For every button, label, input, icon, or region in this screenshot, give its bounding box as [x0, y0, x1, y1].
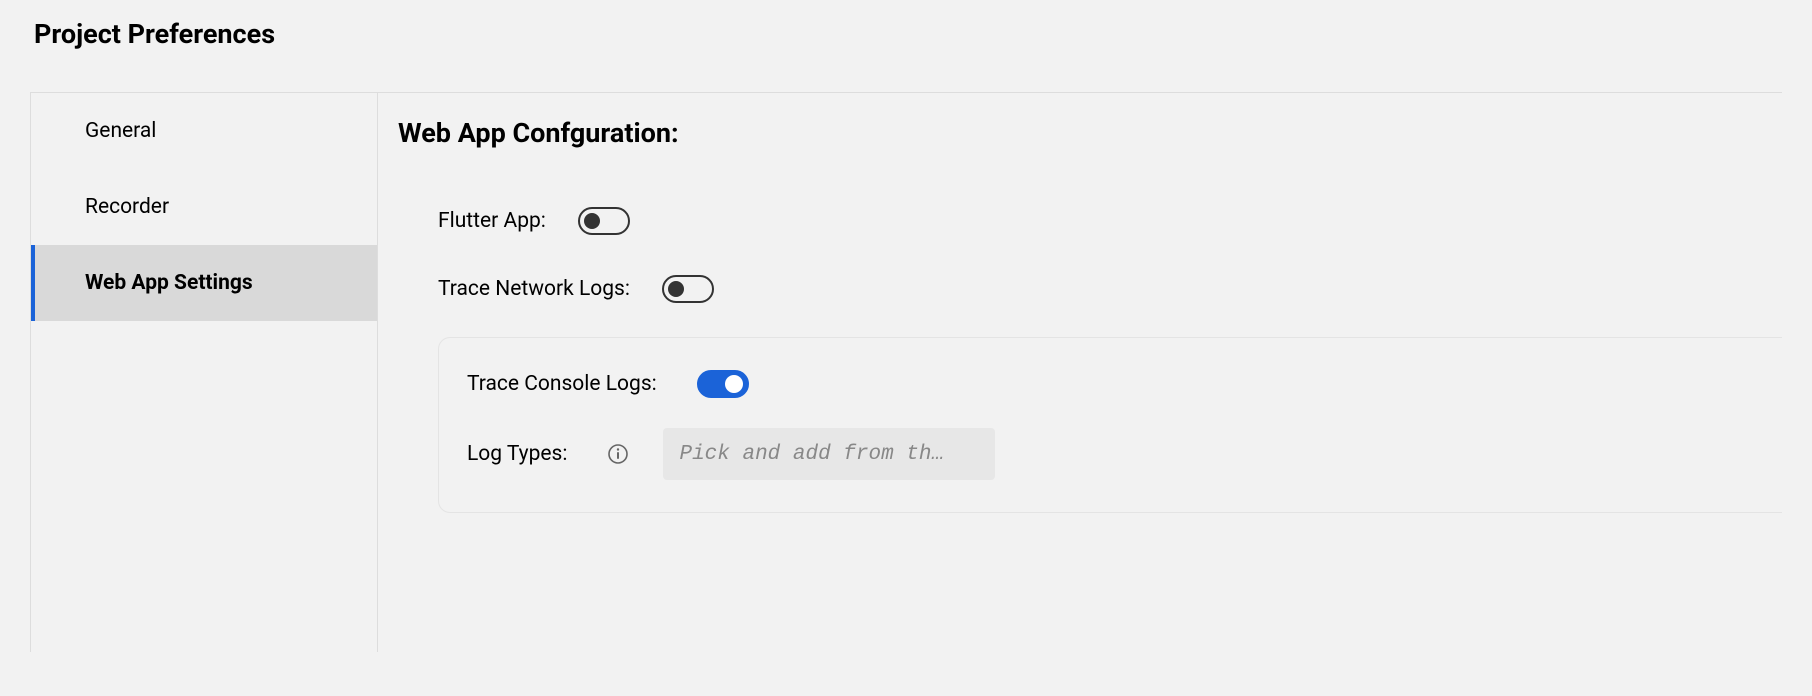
console-logs-panel: Trace Console Logs: Log Types:: [438, 337, 1782, 513]
flutter-app-toggle[interactable]: [578, 207, 630, 235]
flutter-app-label: Flutter App:: [438, 209, 546, 233]
trace-console-logs-toggle[interactable]: [697, 370, 749, 398]
content-title: Web App Confguration:: [398, 117, 1782, 149]
sidebar-item-web-app-settings[interactable]: Web App Settings: [31, 245, 377, 321]
sidebar-item-label: General: [85, 119, 156, 143]
trace-network-logs-row: Trace Network Logs:: [398, 269, 1782, 309]
toggle-knob: [725, 375, 743, 393]
info-icon[interactable]: [607, 443, 629, 465]
log-types-label: Log Types:: [467, 442, 567, 466]
toggle-knob: [584, 213, 600, 229]
sidebar: General Recorder Web App Settings: [31, 93, 378, 652]
trace-console-logs-row: Trace Console Logs:: [467, 370, 1782, 398]
trace-console-logs-label: Trace Console Logs:: [467, 372, 657, 396]
log-types-row: Log Types:: [467, 428, 1782, 480]
content-area: Web App Confguration: Flutter App: Trace…: [378, 93, 1782, 652]
preferences-panel: General Recorder Web App Settings Web Ap…: [30, 92, 1782, 652]
toggle-knob: [668, 281, 684, 297]
trace-network-logs-toggle[interactable]: [662, 275, 714, 303]
page-title: Project Preferences: [30, 18, 1782, 50]
sidebar-item-label: Web App Settings: [85, 271, 253, 295]
sidebar-item-general[interactable]: General: [31, 93, 377, 169]
trace-network-logs-label: Trace Network Logs:: [438, 277, 630, 301]
sidebar-item-recorder[interactable]: Recorder: [31, 169, 377, 245]
sidebar-item-label: Recorder: [85, 195, 169, 219]
flutter-app-row: Flutter App:: [398, 201, 1782, 241]
log-types-input[interactable]: [663, 428, 995, 480]
